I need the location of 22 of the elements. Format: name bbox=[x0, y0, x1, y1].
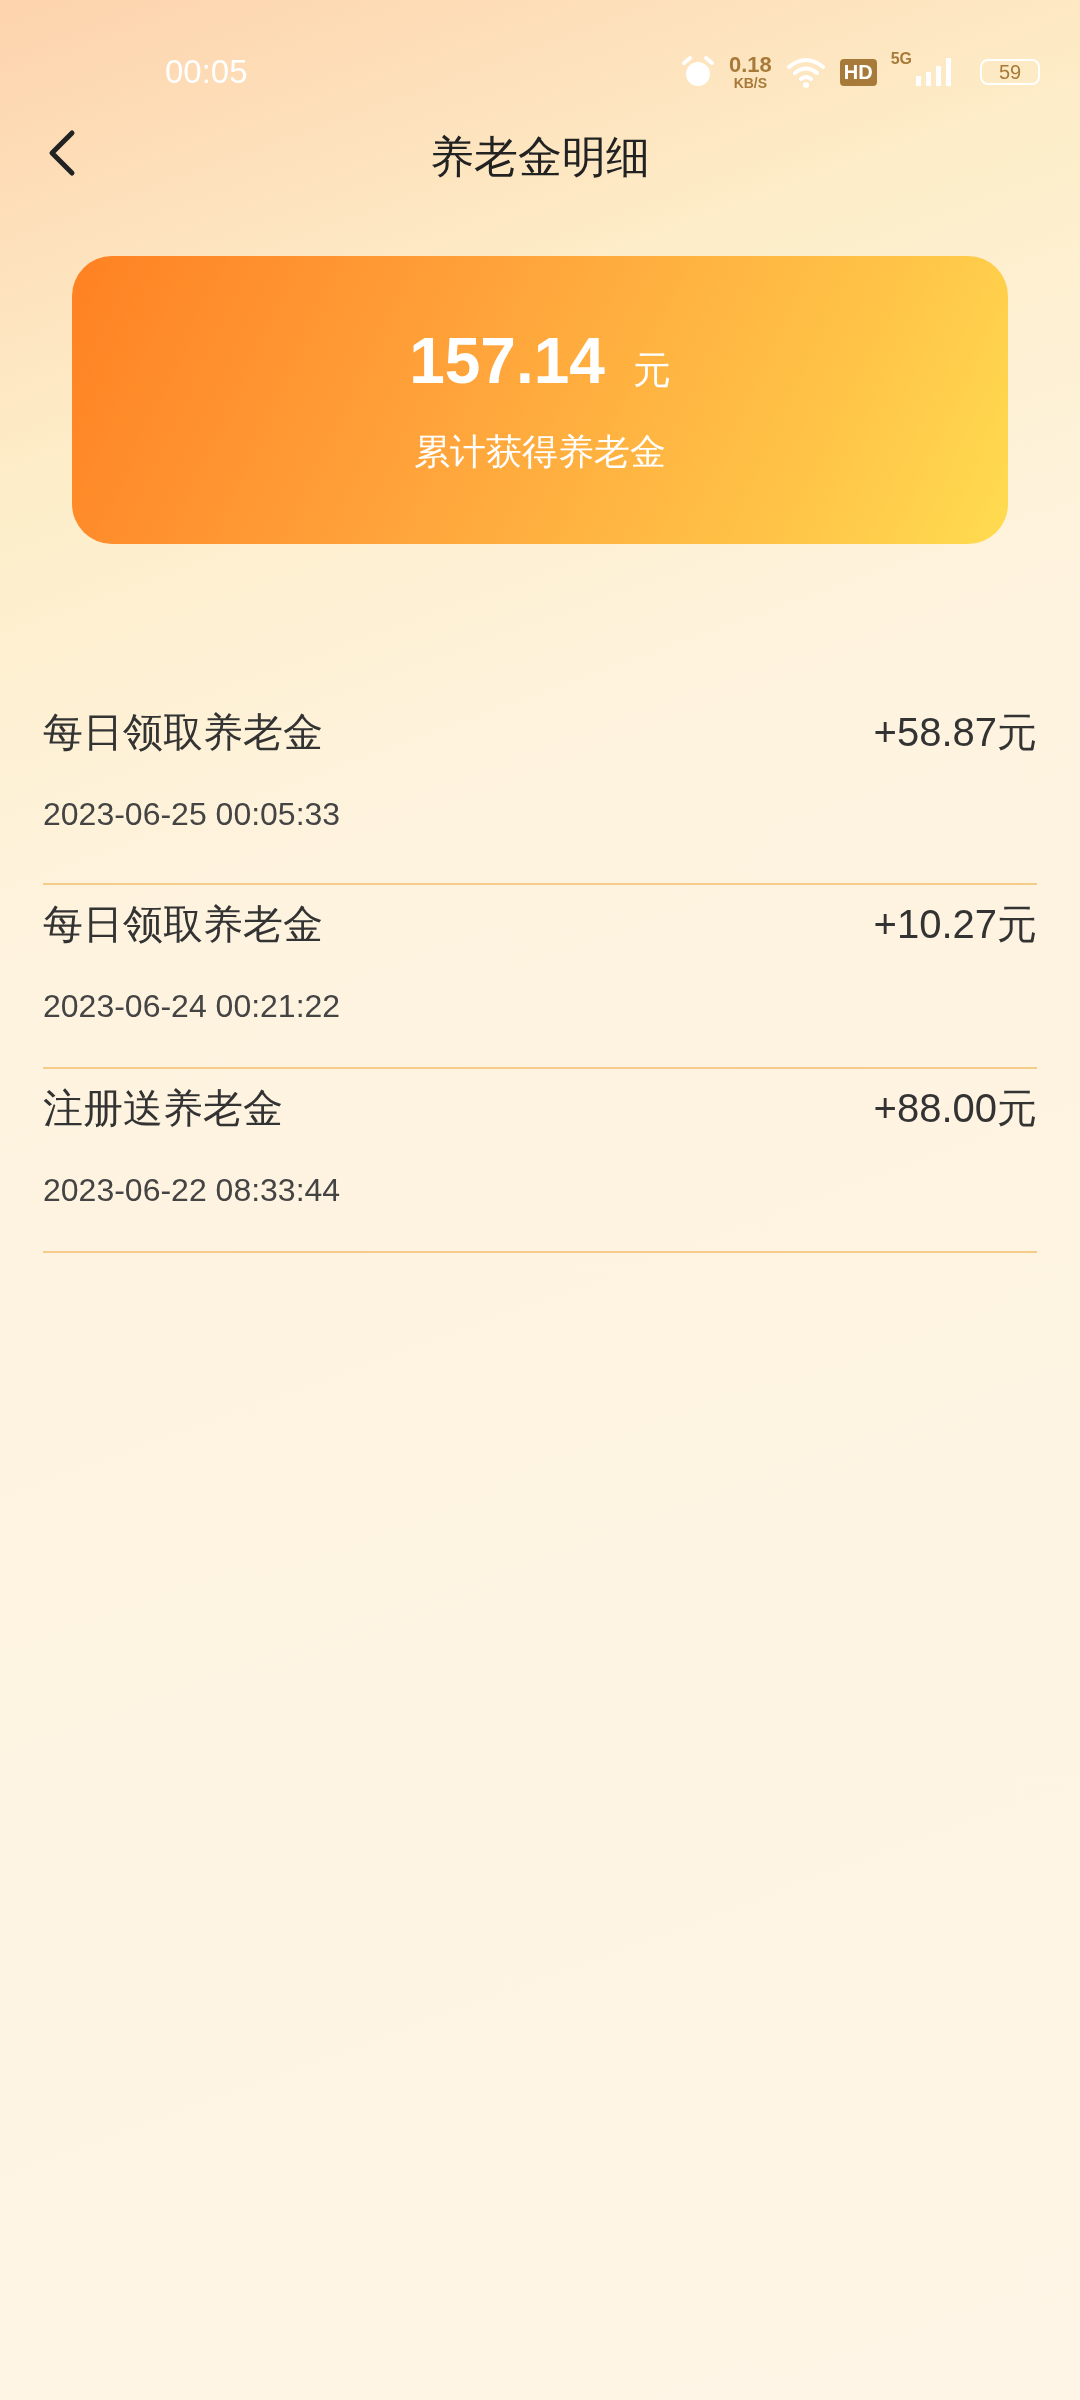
page-title: 养老金明细 bbox=[430, 131, 650, 183]
record-time: 2023-06-24 00:21:22 bbox=[43, 988, 342, 1025]
battery-level: 59 bbox=[980, 59, 1040, 85]
summary-label: 累计获得养老金 bbox=[414, 429, 666, 474]
record-time: 2023-06-22 08:33:44 bbox=[43, 1172, 342, 1209]
record-time: 2023-06-25 00:05:33 bbox=[43, 796, 342, 833]
speed-unit: KB/S bbox=[733, 76, 768, 90]
total-amount: 157.14 bbox=[409, 323, 605, 398]
record-title: 注册送养老金 bbox=[43, 1085, 283, 1132]
wifi-icon bbox=[785, 56, 826, 88]
alarm-clock-icon bbox=[680, 55, 715, 89]
record-title: 每日领取养老金 bbox=[43, 709, 323, 756]
record-amount: +58.87元 bbox=[873, 709, 1037, 756]
network-type: 5G bbox=[890, 50, 912, 68]
record-amount: +88.00元 bbox=[873, 1085, 1037, 1132]
record-amount: +10.27元 bbox=[873, 901, 1037, 948]
hd-badge: HD bbox=[839, 58, 877, 86]
currency-unit: 元 bbox=[632, 347, 671, 393]
status-time: 00:05 bbox=[165, 53, 248, 91]
record-title: 每日领取养老金 bbox=[43, 901, 323, 948]
network-speed: 0.18 bbox=[728, 54, 772, 76]
signal-icon bbox=[914, 58, 954, 86]
